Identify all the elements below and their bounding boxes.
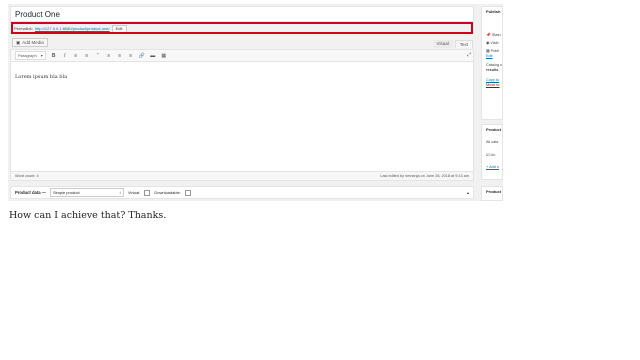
bold-button[interactable]: B xyxy=(51,53,57,59)
numbered-list-icon[interactable]: ≡ xyxy=(84,53,90,59)
catalog-results: results xyxy=(486,68,499,72)
wp-editor-screenshot: Product One Permalink: http://127.0.0.1:… xyxy=(8,4,503,201)
publish-edit-link[interactable]: Edit xyxy=(482,54,502,58)
permalink-label: Permalink: xyxy=(14,26,33,31)
downloadable-checkbox[interactable] xyxy=(184,189,191,196)
word-count: Word count: 4 xyxy=(15,174,39,178)
permalink-url[interactable]: http://127.0.0.1:8080/product/product-on… xyxy=(35,26,110,31)
format-select[interactable]: Paragraph ▾ xyxy=(15,51,46,60)
align-center-icon[interactable]: ≡ xyxy=(117,53,123,59)
collapse-arrow-icon[interactable]: ▴ xyxy=(467,190,469,195)
virtual-checkbox[interactable] xyxy=(144,189,151,196)
categories-box: Product All cate ☑ Un + Add n xyxy=(481,124,503,180)
chevron-down-icon: ▾ xyxy=(40,53,43,58)
question-text: How can I achieve that? Thanks. xyxy=(9,210,167,221)
editor-toolbar: Paragraph ▾ B I ≡ ≡ “ ≡ ≡ ≡ 🔗 ▬ ▦ xyxy=(11,50,473,62)
add-media-label: Add Media xyxy=(22,40,44,45)
product-data-panel: Product data — Simple product ↕ Virtual:… xyxy=(10,186,474,199)
product-type-select[interactable]: Simple product ↕ xyxy=(49,188,124,197)
post-title-input[interactable]: Product One xyxy=(10,6,474,22)
publish-title: Publish xyxy=(486,9,501,14)
all-categories-tab[interactable]: All cate xyxy=(482,140,502,144)
media-icon: ▣ xyxy=(16,39,21,45)
add-media-button[interactable]: ▣ Add Media xyxy=(12,38,48,47)
add-new-category-link[interactable]: + Add n xyxy=(482,165,502,169)
product-type-value: Simple product xyxy=(52,190,80,195)
catalog-visibility: Catalog v xyxy=(486,63,503,67)
pin-icon: 📌 xyxy=(486,33,491,37)
format-select-value: Paragraph xyxy=(18,53,37,58)
calendar-icon: ▦ xyxy=(486,49,490,53)
downloadable-label: Downloadable: xyxy=(154,190,181,195)
editor-content[interactable]: Lorem ipsum bla bla xyxy=(15,74,67,80)
blockquote-icon[interactable]: “ xyxy=(95,53,101,59)
content-editor: Paragraph ▾ B I ≡ ≡ “ ≡ ≡ ≡ 🔗 ▬ ▦ ⤢ Lore… xyxy=(10,49,474,181)
sidebar: Publish 📌 Statu ◉ Visib ▦ Publi Edit Cat… xyxy=(481,4,503,201)
permalink-row: Permalink: http://127.0.0.1:8080/product… xyxy=(12,24,472,33)
publish-box: Publish 📌 Statu ◉ Visib ▦ Publi Edit Cat… xyxy=(481,6,503,120)
virtual-label: Virtual: xyxy=(127,190,141,195)
tags-box: Product xyxy=(481,186,503,201)
tab-text[interactable]: Text xyxy=(454,40,473,48)
align-left-icon[interactable]: ≡ xyxy=(106,53,112,59)
link-icon[interactable]: 🔗 xyxy=(139,53,145,59)
align-right-icon[interactable]: ≡ xyxy=(128,53,134,59)
categories-title: Product xyxy=(486,127,502,132)
checkbox-checked-icon[interactable]: ☑ xyxy=(486,153,489,157)
select-arrows-icon: ↕ xyxy=(118,190,121,195)
move-to-trash-link[interactable]: Move to xyxy=(482,83,502,87)
visibility-text: Visib xyxy=(490,41,499,45)
editor-tabs: Visual Text xyxy=(432,40,473,48)
read-more-icon[interactable]: ▬ xyxy=(150,53,156,59)
fullscreen-icon[interactable]: ⤢ xyxy=(467,52,471,58)
product-data-title: Product data — xyxy=(15,190,46,195)
last-edited: Last edited by nemanja on June 26, 2018 … xyxy=(380,174,469,178)
italic-button[interactable]: I xyxy=(62,53,68,59)
tab-visual[interactable]: Visual xyxy=(432,40,453,48)
toolbar-toggle-icon[interactable]: ▦ xyxy=(161,53,167,59)
eye-icon: ◉ xyxy=(486,41,490,45)
tags-title: Product xyxy=(486,189,502,194)
status-text: Statu xyxy=(491,33,501,37)
editor-status-bar: Word count: 4 Last edited by nemanja on … xyxy=(11,171,473,180)
published-text: Publi xyxy=(490,49,500,53)
uncategorized-label: Un xyxy=(490,153,496,157)
bullet-list-icon[interactable]: ≡ xyxy=(73,53,79,59)
copy-to-draft-link[interactable]: Copy to xyxy=(482,78,502,82)
permalink-edit-button[interactable]: Edit xyxy=(111,24,127,33)
